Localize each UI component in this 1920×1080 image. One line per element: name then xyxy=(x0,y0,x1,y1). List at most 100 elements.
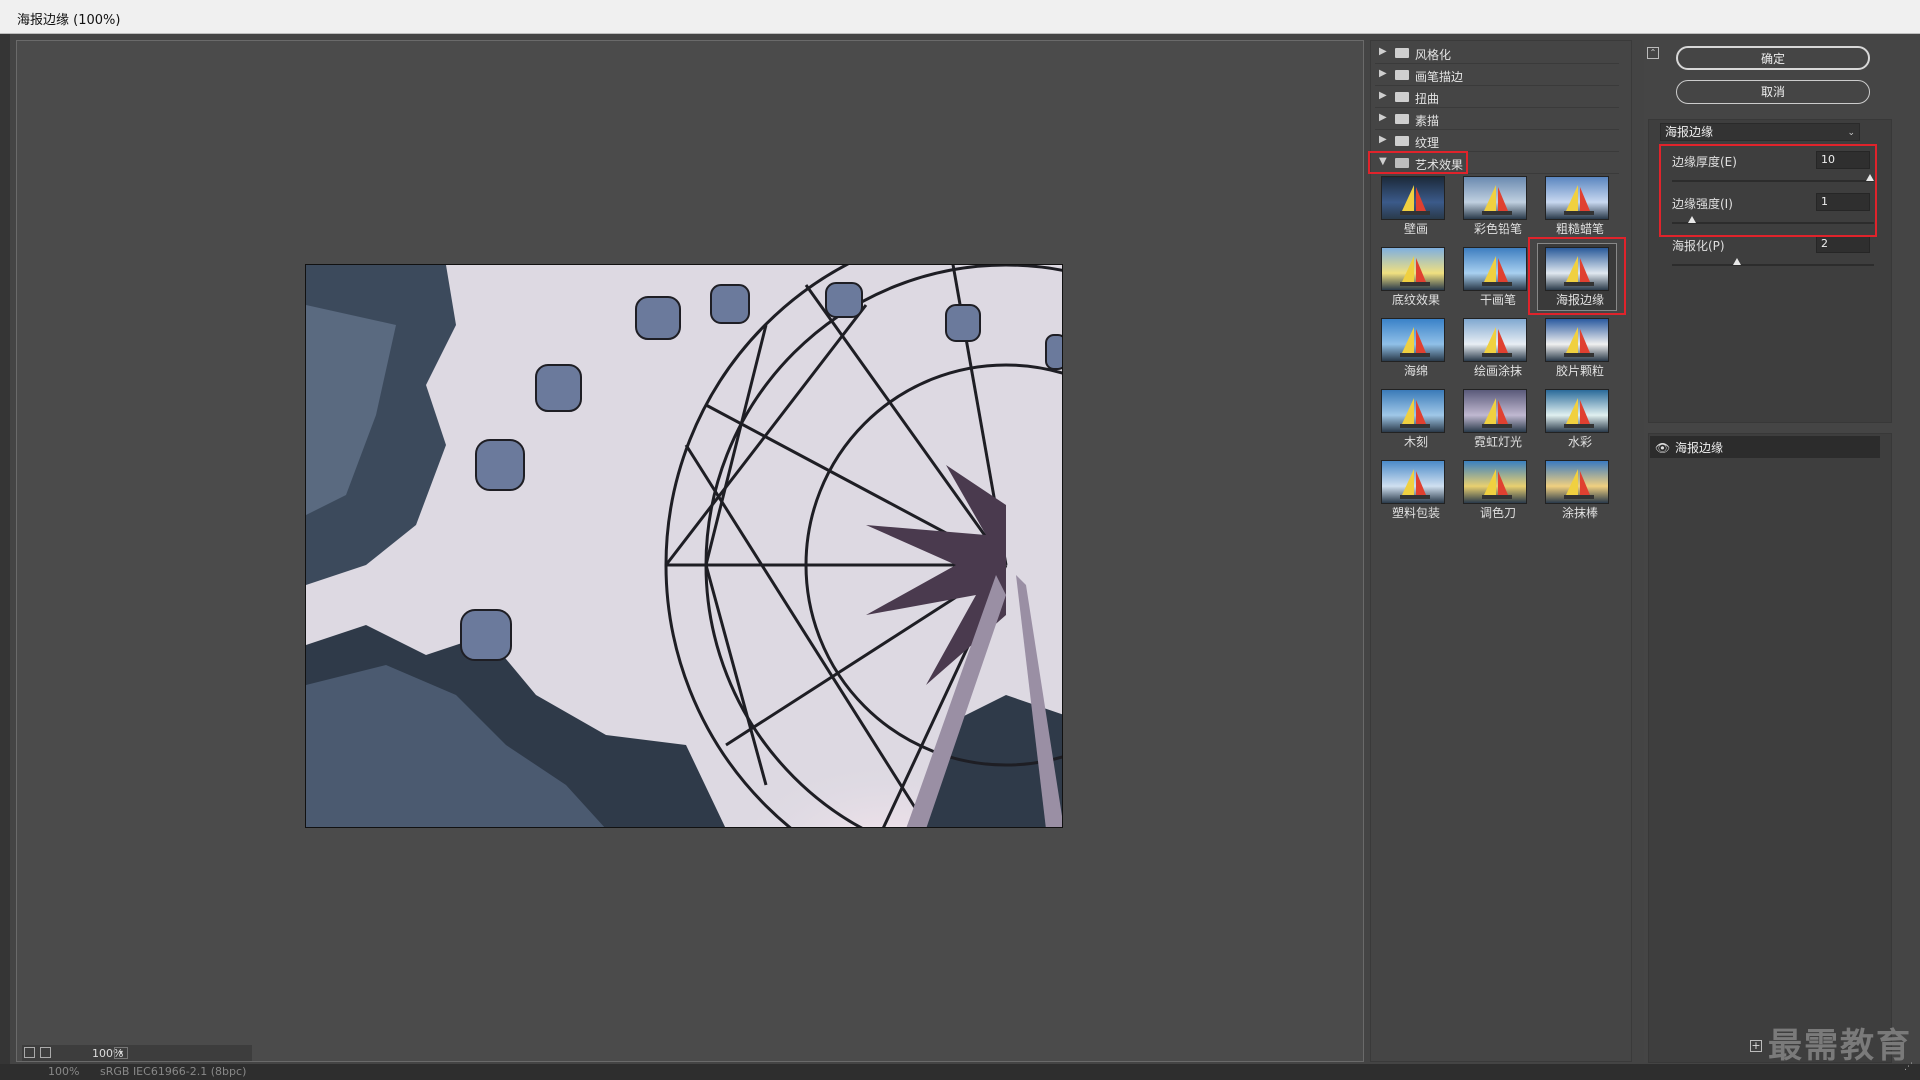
expand-arrow-icon[interactable]: ▶ xyxy=(1379,90,1387,101)
filter-label: 彩色铅笔 xyxy=(1473,222,1522,236)
sailboat-icon xyxy=(1482,398,1512,428)
filter-preview-image xyxy=(1381,247,1445,291)
filter-thumb[interactable]: 壁画 xyxy=(1375,174,1445,236)
zoom-dropdown-chevron-icon[interactable]: ▾ xyxy=(114,1047,128,1059)
highlight-category-box xyxy=(1368,151,1468,174)
filter-preview-image xyxy=(1545,176,1609,220)
sailboat-icon xyxy=(1482,185,1512,215)
filter-thumb[interactable]: 涂抹棒 xyxy=(1539,458,1609,520)
filter-preview-image xyxy=(1463,389,1527,433)
filter-preview-image xyxy=(1381,176,1445,220)
filter-preview-image xyxy=(1381,389,1445,433)
filter-label: 粗糙蜡笔 xyxy=(1555,222,1604,236)
preview-canvas[interactable] xyxy=(16,40,1364,1062)
sailboat-icon xyxy=(1400,469,1430,499)
sailboat-icon xyxy=(1564,398,1594,428)
filter-preview-image xyxy=(1381,460,1445,504)
folder-icon xyxy=(1395,92,1409,102)
filter-thumb[interactable]: 胶片颗粒 xyxy=(1539,316,1609,378)
eye-icon[interactable]: 👁 xyxy=(1655,441,1670,455)
filter-thumb[interactable]: 海绵 xyxy=(1375,316,1445,378)
watermark-text: 最需教育 xyxy=(1768,1026,1912,1066)
expand-arrow-icon[interactable]: ▶ xyxy=(1379,68,1387,79)
filter-label: 塑料包装 xyxy=(1391,506,1440,520)
left-edge-strip xyxy=(0,34,10,1080)
sailboat-icon xyxy=(1482,469,1512,499)
filter-select[interactable]: 海报边缘 ⌄ xyxy=(1660,123,1860,141)
filter-preview-image xyxy=(1463,460,1527,504)
preview-image[interactable] xyxy=(305,264,1063,828)
filter-thumb[interactable]: 绘画涂抹 xyxy=(1457,316,1527,378)
sailboat-icon xyxy=(1482,256,1512,286)
category-texture[interactable]: ▶ 纹理 xyxy=(1375,130,1619,152)
category-sketch[interactable]: ▶ 素描 xyxy=(1375,108,1619,130)
filter-label: 底纹效果 xyxy=(1391,293,1440,307)
expand-arrow-icon[interactable]: ▶ xyxy=(1379,112,1387,123)
sailboat-icon xyxy=(1564,185,1594,215)
sailboat-icon xyxy=(1482,327,1512,357)
resize-grip-icon[interactable]: ⋰ xyxy=(1904,1062,1913,1072)
posterization-label: 海报化(P) xyxy=(1672,239,1725,253)
effect-layer-name: 海报边缘 xyxy=(1675,441,1724,455)
expand-arrow-icon[interactable]: ▶ xyxy=(1379,134,1387,145)
ok-button[interactable]: 确定 xyxy=(1676,46,1870,70)
filter-preview-image xyxy=(1463,247,1527,291)
category-distort[interactable]: ▶ 扭曲 xyxy=(1375,86,1619,108)
effect-layers-panel xyxy=(1648,433,1892,1063)
window-title: 海报边缘 (100%) xyxy=(17,13,121,28)
filter-gallery: ▶ 风格化 ▶ 画笔描边 ▶ 扭曲 ▶ 素描 ▶ 纹理 ▼ 艺术效果 壁画 彩色铅… xyxy=(1368,40,1632,1062)
new-effect-layer-icon[interactable]: + xyxy=(1750,1040,1762,1052)
zoom-out-button[interactable] xyxy=(24,1047,35,1058)
category-stylize[interactable]: ▶ 风格化 xyxy=(1375,42,1619,64)
sailboat-icon xyxy=(1400,185,1430,215)
folder-icon xyxy=(1395,136,1409,146)
category-label: 扭曲 xyxy=(1415,92,1440,106)
filter-label: 调色刀 xyxy=(1479,506,1516,520)
posterization-slider[interactable] xyxy=(1672,258,1874,266)
bottom-status: 100% sRGB IEC61966-2.1 (8bpc) xyxy=(0,1064,1920,1080)
filter-preview-image xyxy=(1545,460,1609,504)
filter-preview-image xyxy=(1381,318,1445,362)
filter-thumb[interactable]: 霓虹灯光 xyxy=(1457,387,1527,449)
category-label: 画笔描边 xyxy=(1415,70,1464,84)
filter-preview-image xyxy=(1545,389,1609,433)
window-titlebar: 海报边缘 (100%) xyxy=(0,0,1920,34)
filter-thumb[interactable]: 底纹效果 xyxy=(1375,245,1445,307)
filter-label: 壁画 xyxy=(1403,222,1428,236)
expand-arrow-icon[interactable]: ▶ xyxy=(1379,46,1387,57)
filter-label: 绘画涂抹 xyxy=(1473,364,1522,378)
zoom-in-button[interactable] xyxy=(40,1047,51,1058)
filter-label: 木刻 xyxy=(1403,435,1428,449)
sailboat-icon xyxy=(1400,398,1430,428)
chevron-down-icon: ⌄ xyxy=(1847,128,1855,138)
filter-preview-image xyxy=(1545,318,1609,362)
filter-thumb[interactable]: 调色刀 xyxy=(1457,458,1527,520)
filter-thumb[interactable]: 塑料包装 xyxy=(1375,458,1445,520)
filter-thumb[interactable]: 水彩 xyxy=(1539,387,1609,449)
slider-knob[interactable] xyxy=(1733,258,1742,265)
filter-thumb[interactable]: 粗糙蜡笔 xyxy=(1539,174,1609,236)
sailboat-icon xyxy=(1400,327,1430,357)
filter-preview-image xyxy=(1463,176,1527,220)
category-label: 风格化 xyxy=(1415,48,1452,62)
filter-label: 干画笔 xyxy=(1479,293,1516,307)
filter-thumb[interactable]: 干画笔 xyxy=(1457,245,1527,307)
collapse-gallery-icon[interactable]: ⌃ xyxy=(1647,47,1659,59)
filter-thumb[interactable]: 木刻 xyxy=(1375,387,1445,449)
category-brush-strokes[interactable]: ▶ 画笔描边 xyxy=(1375,64,1619,86)
filter-label: 海绵 xyxy=(1403,364,1428,378)
sailboat-icon xyxy=(1564,327,1594,357)
filter-label: 水彩 xyxy=(1567,435,1592,449)
sailboat-icon xyxy=(1400,256,1430,286)
folder-icon xyxy=(1395,48,1409,58)
folder-icon xyxy=(1395,114,1409,124)
posterization-input[interactable]: 2 xyxy=(1816,235,1870,253)
sailboat-icon xyxy=(1564,469,1594,499)
category-label: 纹理 xyxy=(1415,136,1440,150)
filter-thumb[interactable]: 彩色铅笔 xyxy=(1457,174,1527,236)
filter-label: 胶片颗粒 xyxy=(1555,364,1604,378)
folder-icon xyxy=(1395,70,1409,80)
ferris-wheel-photo xyxy=(306,265,1062,827)
cancel-button[interactable]: 取消 xyxy=(1676,80,1870,104)
filter-select-value: 海报边缘 xyxy=(1665,125,1714,139)
